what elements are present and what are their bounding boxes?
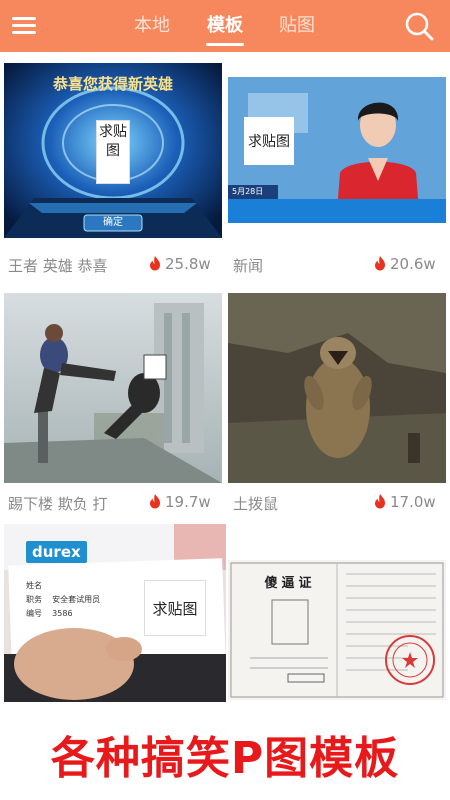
reward-headline: 恭喜您获得新英雄 bbox=[52, 75, 173, 93]
search-icon[interactable] bbox=[403, 10, 435, 42]
template-thumbnail[interactable]: 求贴图 5月28日 bbox=[228, 63, 446, 238]
tab-local[interactable]: 本地 bbox=[122, 14, 182, 38]
brand-logo: durex bbox=[26, 541, 87, 563]
template-thumbnail[interactable]: 傻逼证 bbox=[228, 560, 446, 700]
template-thumbnail[interactable] bbox=[4, 293, 222, 483]
template-title: 新闻 bbox=[233, 257, 264, 275]
certificate-title: 傻逼证 bbox=[264, 576, 316, 591]
confirm-button-text: 确定 bbox=[103, 217, 123, 228]
popularity-count: 17.0w bbox=[373, 493, 436, 511]
tab-stickers[interactable]: 贴图 bbox=[267, 14, 327, 38]
flame-icon bbox=[375, 494, 385, 509]
template-thumbnail[interactable] bbox=[228, 293, 446, 483]
template-card-groundhog[interactable]: 土拨鼠 17.0w bbox=[228, 293, 446, 515]
active-tab-indicator bbox=[206, 43, 244, 46]
tab-templates[interactable]: 模板 bbox=[195, 14, 255, 38]
paste-placeholder: 求贴图 bbox=[144, 580, 206, 636]
paste-placeholder: 求贴图 bbox=[244, 117, 294, 165]
template-title: 土拨鼠 bbox=[233, 495, 279, 513]
top-app-bar: 本地 模板 贴图 bbox=[0, 0, 450, 52]
popularity-count: 20.6w bbox=[373, 255, 436, 273]
paste-placeholder: 求贴图 bbox=[96, 120, 130, 184]
popularity-count: 25.8w bbox=[148, 255, 211, 273]
template-thumbnail[interactable]: 恭喜您获得新英雄 求贴图 确定 bbox=[4, 63, 222, 238]
template-title: 踢下楼 欺负 打 bbox=[8, 495, 108, 513]
news-ticker-date: 5月28日 bbox=[232, 187, 264, 196]
flame-icon bbox=[150, 256, 160, 271]
popularity-count: 19.7w bbox=[148, 493, 211, 511]
template-card-hero[interactable]: 恭喜您获得新英雄 求贴图 确定 王者 英雄 恭喜 25.8w bbox=[4, 63, 222, 283]
tab-bar: 本地 模板 贴图 bbox=[0, 0, 450, 52]
flame-icon bbox=[375, 256, 385, 271]
template-card-certificate[interactable]: 傻逼证 bbox=[228, 560, 446, 700]
template-card-kick[interactable]: 踢下楼 欺负 打 19.7w bbox=[4, 293, 222, 515]
rooftop-kick-image bbox=[4, 293, 222, 483]
groundhog-image bbox=[228, 293, 446, 483]
template-thumbnail[interactable]: durex 姓名 职务 安全套试用员 编号 3586 求贴图 bbox=[4, 524, 226, 702]
promo-banner: 各种搞笑P图模板 bbox=[50, 733, 400, 784]
template-title: 王者 英雄 恭喜 bbox=[8, 257, 108, 275]
flame-icon bbox=[150, 494, 160, 509]
card-field-labels: 姓名 职务 安全套试用员 编号 3586 bbox=[26, 581, 101, 618]
template-card-id-card[interactable]: durex 姓名 职务 安全套试用员 编号 3586 求贴图 bbox=[4, 524, 226, 702]
template-card-news[interactable]: 求贴图 5月28日 新闻 20.6w bbox=[228, 63, 446, 283]
